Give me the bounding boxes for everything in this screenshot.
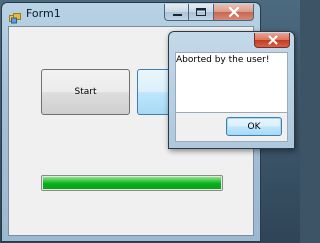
progress-bar <box>41 175 223 191</box>
caption-buttons <box>164 4 254 21</box>
app-icon <box>9 9 21 24</box>
minimize-icon <box>173 14 182 16</box>
message-box-footer: OK <box>175 113 288 142</box>
minimize-button[interactable] <box>164 4 189 21</box>
close-icon <box>268 35 278 45</box>
desktop: Form1 Start Aborted by the user! OK <box>0 0 300 243</box>
close-icon <box>228 6 240 18</box>
title-bar[interactable]: Form1 <box>2 3 260 25</box>
ok-button[interactable]: OK <box>226 117 282 136</box>
start-button[interactable]: Start <box>41 69 130 115</box>
window-title: Form1 <box>26 7 61 20</box>
maximize-icon <box>196 8 206 16</box>
close-button[interactable] <box>214 4 254 21</box>
message-box: Aborted by the user! OK <box>168 31 295 149</box>
message-text: Aborted by the user! <box>176 55 270 65</box>
message-box-close-button[interactable] <box>254 33 290 48</box>
maximize-button[interactable] <box>189 4 214 21</box>
progress-fill <box>43 177 221 189</box>
